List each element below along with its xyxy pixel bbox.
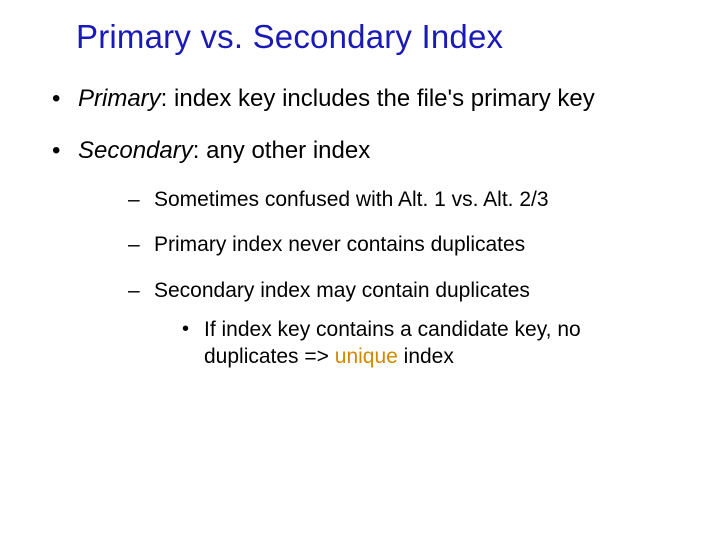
sub-list: Sometimes confused with Alt. 1 vs. Alt. … [128, 186, 680, 370]
bullet-primary: Primary: index key includes the file's p… [48, 84, 680, 114]
def-primary: index key includes the file's primary ke… [174, 85, 595, 112]
subsub-post: index [398, 345, 454, 368]
term-secondary: Secondary [78, 137, 193, 164]
sub-item-secondary-dup: Secondary index may contain duplicates I… [128, 277, 680, 371]
term-primary: Primary [78, 85, 161, 112]
sep: : [193, 137, 206, 164]
sub-item-confused: Sometimes confused with Alt. 1 vs. Alt. … [128, 186, 680, 213]
accent-unique: unique [335, 345, 398, 368]
sub-item-primary-nodup: Primary index never contains duplicates [128, 231, 680, 258]
bullet-list: Primary: index key includes the file's p… [48, 84, 680, 370]
bullet-secondary: Secondary: any other index Sometimes con… [48, 136, 680, 370]
sub-item-secondary-dup-text: Secondary index may contain duplicates [154, 279, 530, 302]
sep: : [161, 85, 174, 112]
slide-title: Primary vs. Secondary Index [76, 18, 680, 56]
slide: Primary vs. Secondary Index Primary: ind… [0, 0, 720, 540]
subsub-list: If index key contains a candidate key, n… [182, 316, 680, 371]
def-secondary: any other index [206, 137, 370, 164]
subsub-item-unique: If index key contains a candidate key, n… [182, 316, 680, 371]
